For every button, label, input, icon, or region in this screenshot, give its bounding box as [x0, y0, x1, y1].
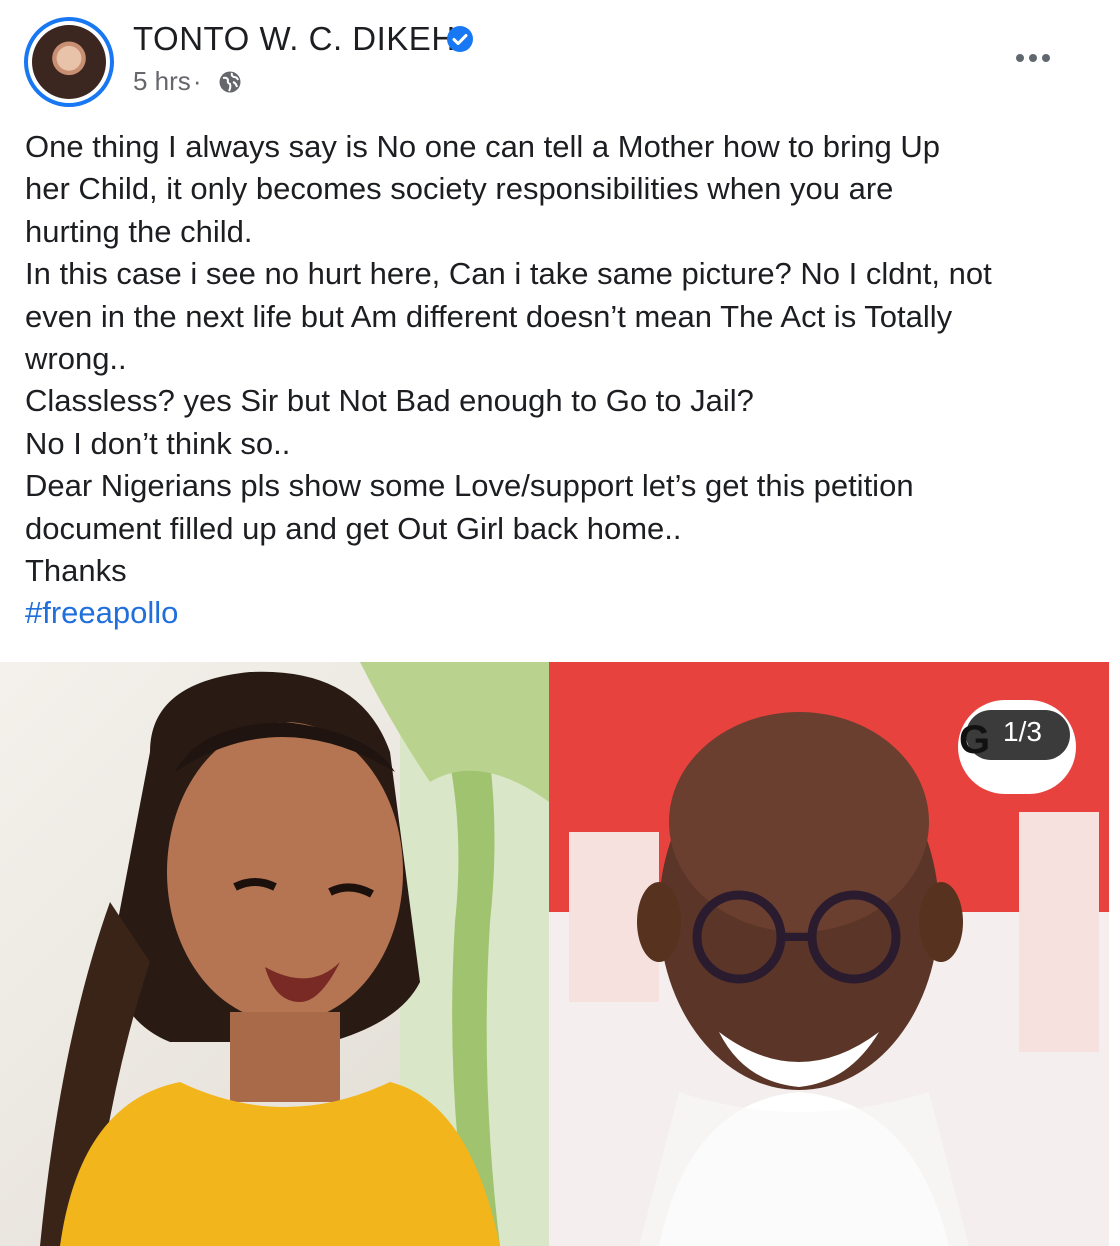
avatar-photo — [32, 25, 106, 99]
post-line: In this case i see no hurt here, Can i t… — [25, 256, 992, 292]
post-line: Thanks — [25, 552, 127, 588]
facebook-post: TONTO W. C. DIKEH 5 hrs· One thing I alw… — [0, 0, 1120, 1246]
more-options-icon[interactable] — [1008, 38, 1058, 78]
post-time[interactable]: 5 hrs — [133, 66, 191, 96]
author-avatar[interactable] — [24, 17, 114, 107]
post-line: even in the next life but Am different d… — [25, 298, 953, 334]
hashtag-link[interactable]: #freeapollo — [25, 592, 1095, 634]
author-name[interactable]: TONTO W. C. DIKEH — [133, 20, 456, 58]
photo-woman[interactable] — [0, 662, 549, 1246]
post-line: Dear Nigerians pls show some Love/suppor… — [25, 468, 914, 504]
photo-edge — [1109, 662, 1120, 1246]
meta-separator: · — [192, 66, 202, 96]
globe-icon[interactable] — [218, 70, 242, 94]
post-line: document filled up and get Out Girl back… — [25, 510, 682, 546]
post-line: hurting the child. — [25, 213, 253, 249]
gallery-counter-text: 1/3 — [1003, 716, 1042, 747]
photo-gallery — [0, 662, 1120, 1246]
gallery-logo: G — [959, 718, 991, 762]
photo-woman-illustration — [40, 662, 549, 1246]
post-line: One thing I always say is No one can tel… — [25, 129, 940, 164]
post-line: No I don’t think so.. — [25, 425, 291, 461]
post-meta: 5 hrs· — [133, 66, 203, 97]
verified-badge-icon — [447, 26, 473, 52]
post-header: TONTO W. C. DIKEH 5 hrs· — [0, 0, 1120, 118]
post-line: Classless? yes Sir but Not Bad enough to… — [25, 383, 754, 419]
post-line: her Child, it only becomes society respo… — [25, 171, 894, 207]
post-message: One thing I always say is No one can tel… — [25, 126, 1095, 635]
post-line: wrong.. — [25, 340, 127, 376]
